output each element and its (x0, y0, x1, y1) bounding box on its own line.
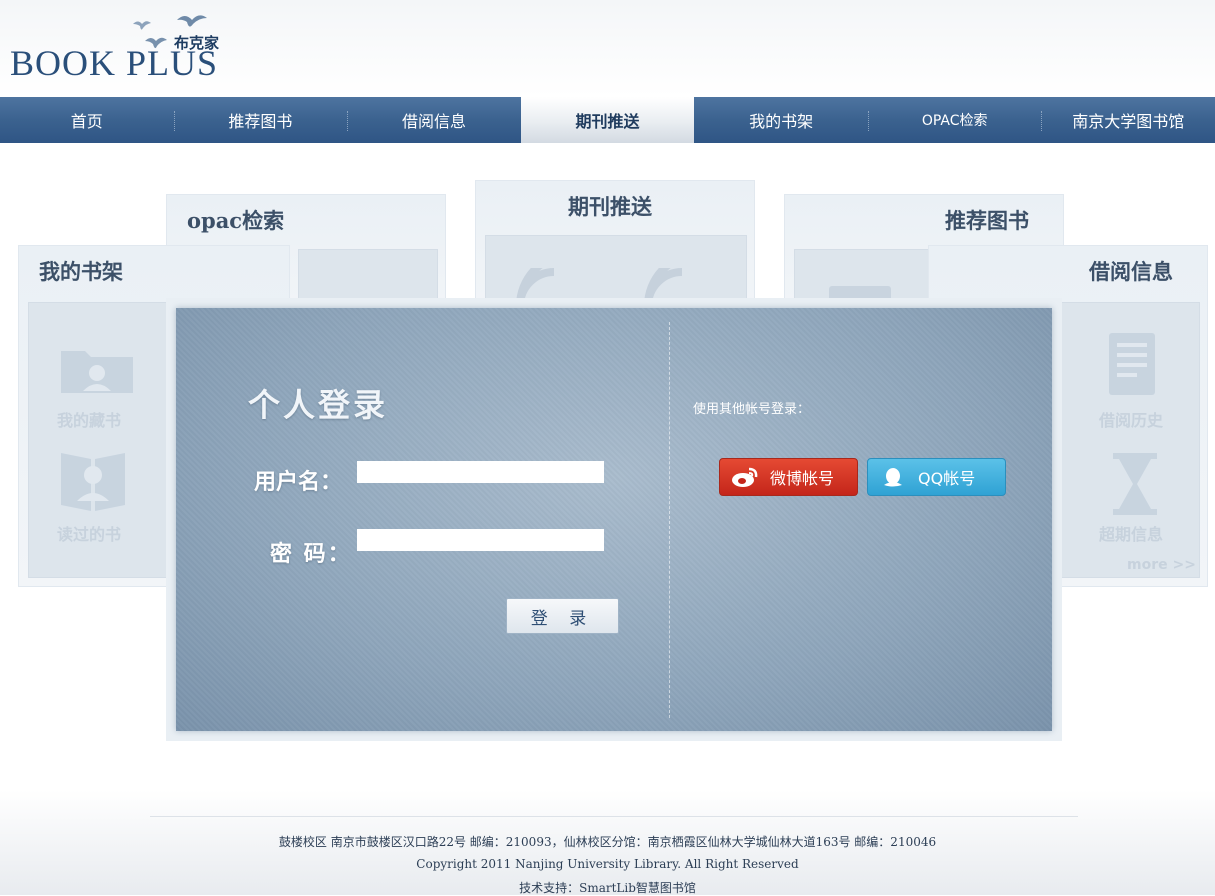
more-link[interactable]: more >> (1127, 557, 1196, 573)
bird-icon (177, 15, 207, 27)
history-doc-icon (1109, 333, 1155, 395)
nav-item-recommend[interactable]: 推荐图书 (173, 97, 348, 143)
card-journal[interactable]: 期刊推送 (475, 180, 755, 316)
weibo-icon (730, 462, 760, 492)
card-opac-title: opac检索 (187, 208, 285, 233)
nav-item-borrow[interactable]: 借阅信息 (347, 97, 521, 143)
logo-text: BOOK PLUS (10, 43, 219, 83)
logo[interactable]: 布克家 BOOK PLUS (10, 8, 250, 88)
shelf-item-label[interactable]: 我的藏书 (57, 407, 121, 431)
weibo-login-button[interactable]: 微博帐号 (719, 458, 858, 496)
card-borrow-title: 借阅信息 (1089, 259, 1173, 284)
password-label: 密 码： (270, 542, 352, 567)
divider (669, 322, 670, 718)
card-journal-title: 期刊推送 (568, 194, 652, 219)
borrow-item-label[interactable]: 超期信息 (1099, 521, 1163, 545)
borrow-item-label[interactable]: 借阅历史 (1099, 407, 1163, 431)
nav-item-shelf[interactable]: 我的书架 (694, 97, 868, 143)
footer-copyright: Copyright 2011 Nanjing University Librar… (416, 857, 799, 871)
hourglass-icon (1113, 453, 1157, 515)
login-title: 个人登录 (248, 386, 389, 424)
nav-item-opac[interactable]: OPAC检索 (867, 97, 1042, 143)
username-label: 用户名： (254, 470, 343, 495)
nav-item-journal[interactable]: 期刊推送 (520, 97, 695, 143)
footer-address: 鼓楼校区 南京市鼓楼区汉口路22号 邮编：210093，仙林校区分馆：南京栖霞区… (278, 835, 937, 849)
folder-user-icon (61, 351, 133, 393)
footer-divider (150, 816, 1078, 817)
weibo-label: 微博帐号 (770, 469, 835, 488)
password-input[interactable] (357, 529, 604, 551)
nav-item-home[interactable]: 首页 (0, 97, 174, 143)
login-panel: 个人登录 用户名： 密 码： 登 录 使用其他帐号登录： 微博帐号 QQ帐号 (176, 308, 1052, 731)
footer: 鼓楼校区 南京市鼓楼区汉口路22号 邮编：210093，仙林校区分馆：南京栖霞区… (0, 790, 1215, 895)
qq-icon (878, 462, 908, 492)
login-button[interactable]: 登 录 (506, 598, 619, 634)
nav-item-library[interactable]: 南京大学图书馆 (1041, 97, 1215, 143)
main-nav: 首页 推荐图书 借阅信息 期刊推送 我的书架 OPAC检索 南京大学图书馆 (0, 97, 1215, 143)
shelf-item-label[interactable]: 读过的书 (57, 521, 121, 545)
book-user-icon (61, 453, 125, 511)
bird-icon (133, 21, 151, 30)
qq-login-button[interactable]: QQ帐号 (867, 458, 1006, 496)
qq-label: QQ帐号 (918, 469, 976, 488)
username-input[interactable] (357, 461, 604, 483)
card-shelf-title: 我的书架 (39, 259, 123, 284)
card-recommend-title: 推荐图书 (945, 208, 1029, 233)
header: 布克家 BOOK PLUS (0, 0, 1215, 97)
other-login-label: 使用其他帐号登录： (693, 402, 811, 417)
footer-support: 技术支持：SmartLib智慧图书馆 (519, 881, 696, 895)
